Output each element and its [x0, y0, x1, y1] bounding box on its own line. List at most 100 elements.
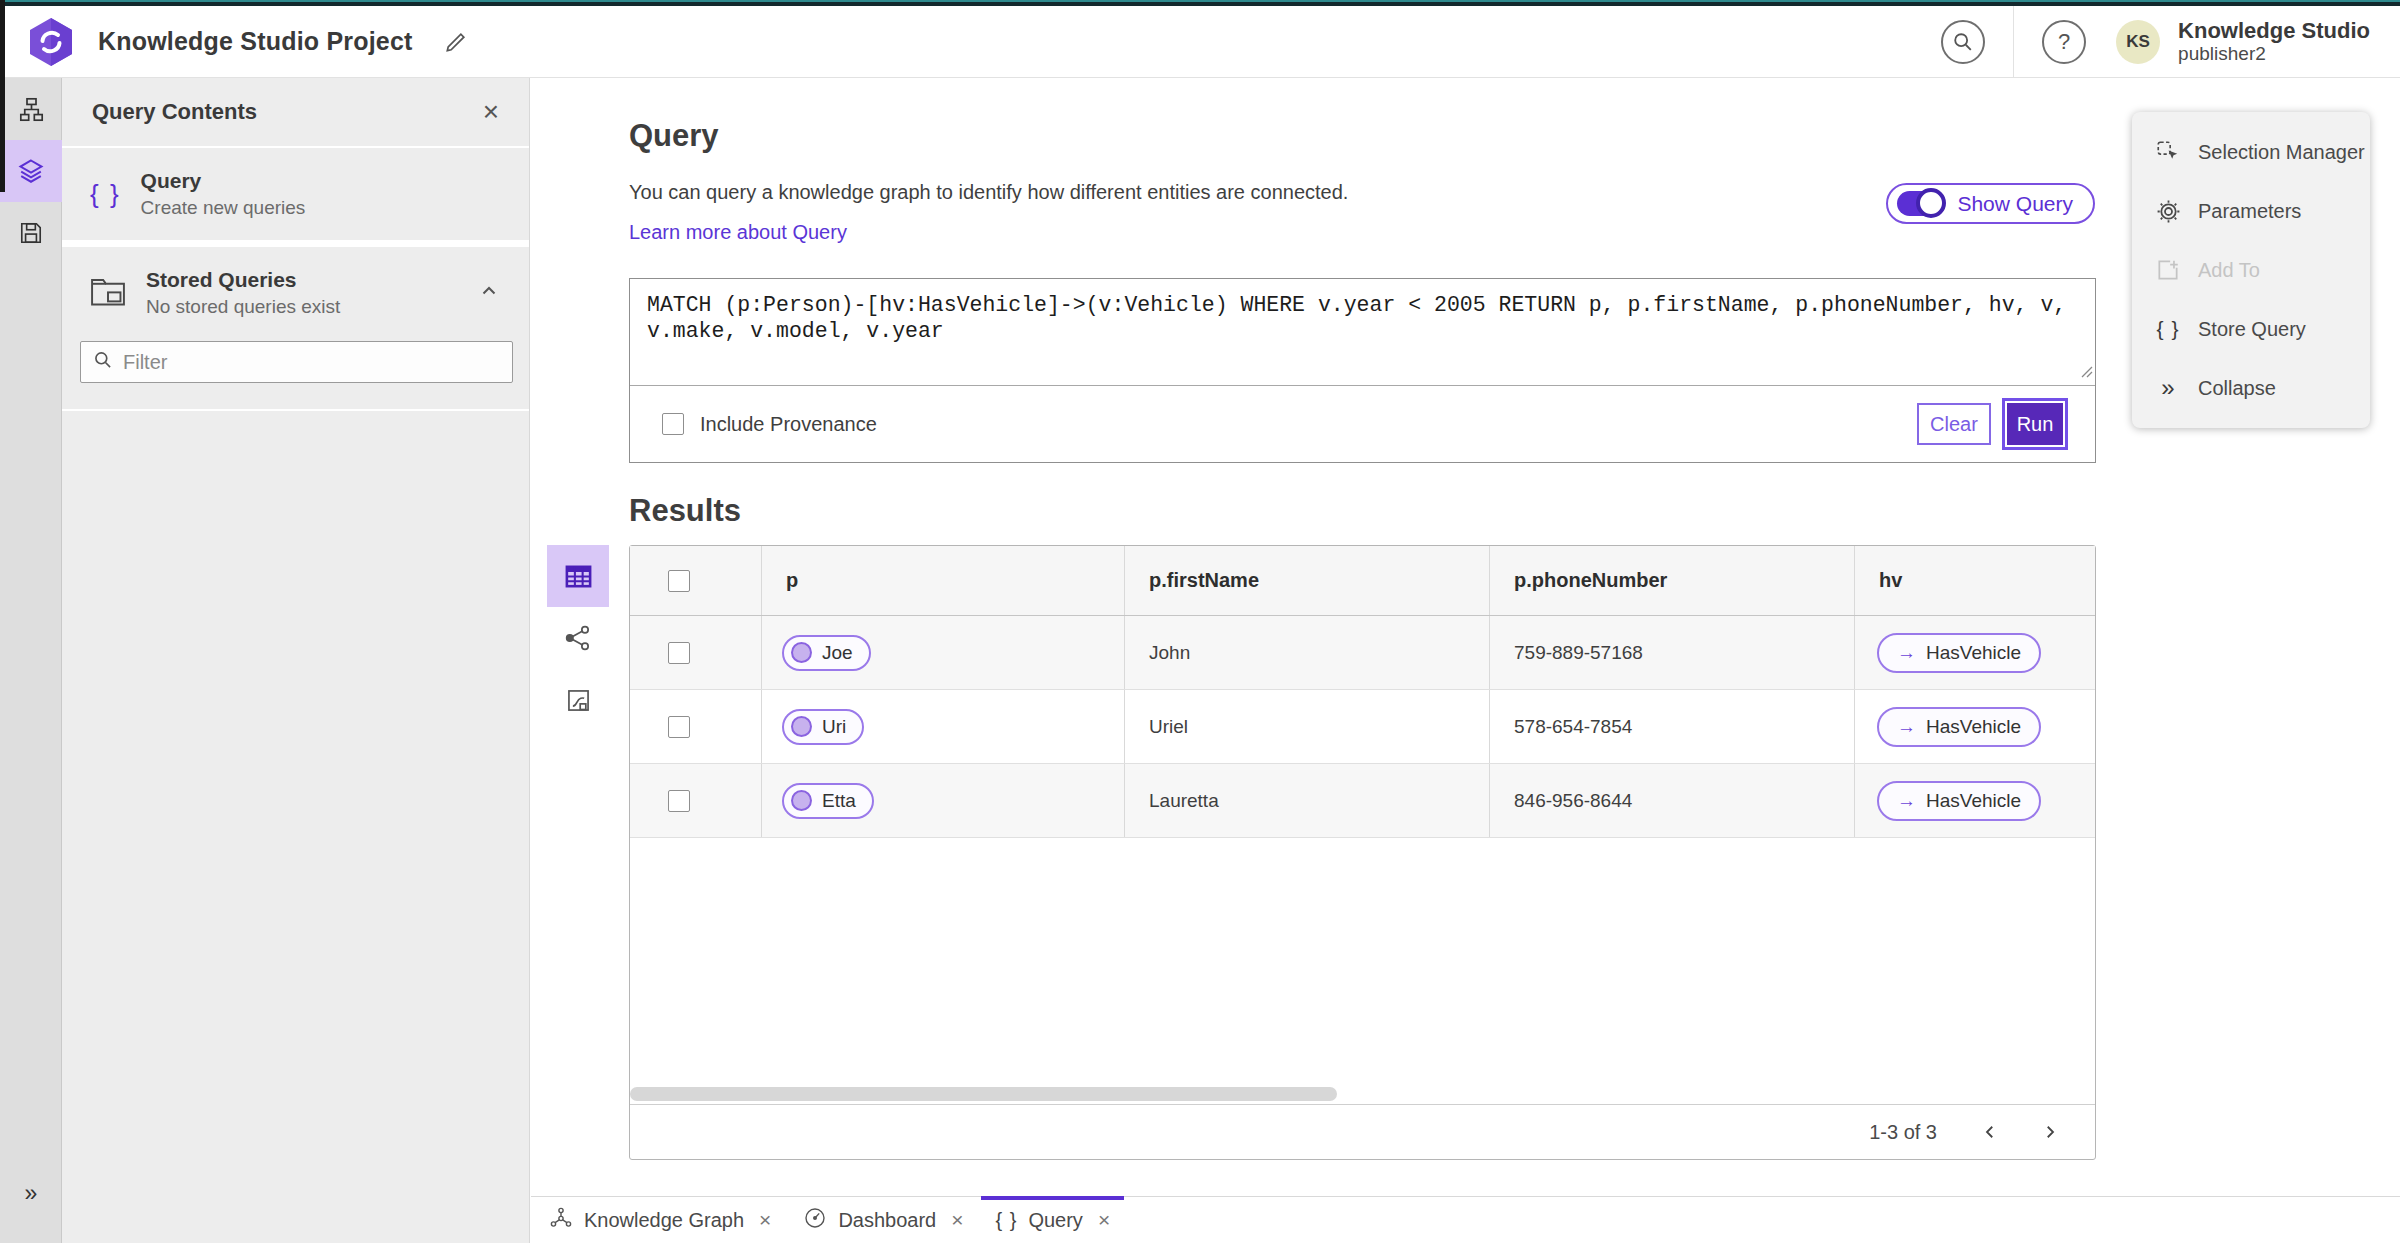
panel-separator [62, 409, 529, 411]
include-provenance-checkbox[interactable] [662, 413, 684, 435]
previous-page-button[interactable] [1975, 1117, 2005, 1147]
chart-view-button[interactable] [547, 669, 609, 731]
results-title: Results [629, 493, 741, 529]
main-content: Query You can query a knowledge graph to… [531, 78, 2400, 1196]
column-header-hv[interactable]: hv [1855, 546, 2095, 615]
tab-close-icon[interactable]: × [1098, 1208, 1110, 1232]
query-editor-box: MATCH (p:Person)-[hv:HasVehicle]->(v:Veh… [629, 278, 2096, 463]
chevron-up-icon[interactable] [477, 279, 501, 307]
user-app-name: Knowledge Studio [2178, 18, 2370, 43]
panel-item-stored-queries[interactable]: Stored Queries No stored queries exist [62, 247, 529, 339]
table-header-row: p p.firstName p.phoneNumber hv [630, 546, 2095, 616]
column-header-phonenumber[interactable]: p.phoneNumber [1490, 546, 1855, 615]
gear-icon [2154, 198, 2182, 225]
rail-expand-button[interactable]: » [0, 1180, 62, 1207]
tab-dashboard[interactable]: Dashboard × [787, 1197, 979, 1243]
resize-handle[interactable] [2081, 364, 2093, 382]
table-row[interactable]: Joe John 759-889-57168 →HasVehicle [630, 616, 2095, 690]
filter-input-box [80, 341, 513, 383]
node-icon [791, 642, 812, 663]
avatar-initials: KS [2126, 32, 2150, 52]
node-icon [791, 790, 812, 811]
graph-view-button[interactable] [547, 607, 609, 669]
project-title: Knowledge Studio Project [98, 27, 413, 56]
window-edge [0, 0, 5, 192]
node-pill[interactable]: Etta [782, 783, 874, 819]
filter-input[interactable] [123, 351, 500, 374]
stored-queries-subtitle: No stored queries exist [146, 296, 340, 318]
pagination-bar: 1-3 of 3 [630, 1104, 2095, 1159]
node-pill[interactable]: Uri [782, 709, 864, 745]
table-empty-area [630, 838, 2095, 1104]
next-page-button[interactable] [2035, 1117, 2065, 1147]
row-checkbox[interactable] [668, 790, 690, 812]
column-header-firstname[interactable]: p.firstName [1125, 546, 1490, 615]
topbar: Knowledge Studio Project ? KS Knowledge … [0, 6, 2400, 78]
query-item-subtitle: Create new queries [141, 197, 306, 219]
cell-firstname: Lauretta [1125, 764, 1490, 837]
table-view-button[interactable] [547, 545, 609, 607]
tab-query[interactable]: { } Query × [979, 1197, 1126, 1243]
cell-firstname: John [1125, 616, 1490, 689]
menu-item-parameters[interactable]: Parameters [2132, 186, 2370, 236]
topbar-divider [2013, 6, 2014, 77]
rail-item-layers[interactable] [0, 140, 62, 202]
cell-firstname: Uriel [1125, 690, 1490, 763]
horizontal-scrollbar[interactable] [630, 1087, 1337, 1101]
tab-label: Dashboard [838, 1209, 936, 1232]
tab-close-icon[interactable]: × [951, 1208, 963, 1232]
rail-item-hierarchy[interactable] [0, 78, 62, 140]
braces-icon: { } [90, 179, 121, 210]
menu-item-label: Store Query [2198, 318, 2306, 341]
relationship-pill[interactable]: →HasVehicle [1877, 781, 2041, 821]
toggle-switch[interactable] [1897, 191, 1945, 216]
table-row[interactable]: Uri Uriel 578-654-7854 →HasVehicle [630, 690, 2095, 764]
panel-close-icon[interactable]: × [483, 96, 499, 128]
query-description: You can query a knowledge graph to ident… [629, 181, 1348, 204]
avatar[interactable]: KS [2116, 20, 2160, 64]
search-button[interactable] [1941, 20, 1985, 64]
tab-knowledge-graph[interactable]: Knowledge Graph × [533, 1197, 787, 1243]
menu-item-store-query[interactable]: { } Store Query [2132, 304, 2370, 354]
help-button[interactable]: ? [2042, 20, 2086, 64]
show-query-toggle[interactable]: Show Query [1886, 183, 2095, 224]
row-checkbox[interactable] [668, 716, 690, 738]
query-textarea[interactable]: MATCH (p:Person)-[hv:HasVehicle]->(v:Veh… [630, 279, 2095, 386]
relationship-pill[interactable]: →HasVehicle [1877, 633, 2041, 673]
dashboard-icon [803, 1206, 827, 1235]
query-contents-panel: Query Contents × { } Query Create new qu… [62, 78, 530, 1243]
run-button[interactable]: Run [2007, 403, 2063, 445]
cell-phonenumber: 759-889-57168 [1490, 616, 1855, 689]
row-checkbox[interactable] [668, 642, 690, 664]
table-row[interactable]: Etta Lauretta 846-956-8644 →HasVehicle [630, 764, 2095, 838]
folder-icon [90, 275, 126, 311]
app-logo-icon[interactable] [28, 17, 74, 67]
tab-label: Knowledge Graph [584, 1209, 744, 1232]
bottom-tabbar: Knowledge Graph × Dashboard × { } Query … [531, 1196, 2400, 1243]
braces-icon: { } [2154, 317, 2182, 341]
panel-item-query[interactable]: { } Query Create new queries [62, 148, 529, 247]
filter-search-icon [93, 350, 113, 374]
column-header-p[interactable]: p [762, 546, 1125, 615]
node-pill[interactable]: Joe [782, 635, 871, 671]
cell-phonenumber: 578-654-7854 [1490, 690, 1855, 763]
pagination-range: 1-3 of 3 [1869, 1121, 1937, 1144]
arrow-right-icon: → [1897, 716, 1916, 738]
select-all-checkbox[interactable] [668, 570, 690, 592]
arrow-right-icon: → [1897, 790, 1916, 812]
cell-phonenumber: 846-956-8644 [1490, 764, 1855, 837]
clear-button[interactable]: Clear [1917, 403, 1991, 445]
learn-more-link[interactable]: Learn more about Query [629, 221, 847, 244]
tab-close-icon[interactable]: × [759, 1208, 771, 1232]
toggle-knob [1916, 188, 1946, 218]
rail-item-save[interactable] [0, 202, 62, 264]
collapse-icon: » [2154, 374, 2182, 402]
relationship-pill[interactable]: →HasVehicle [1877, 707, 2041, 747]
topbar-right: ? KS Knowledge Studio publisher2 [1941, 6, 2400, 77]
menu-item-collapse[interactable]: » Collapse [2132, 363, 2370, 413]
menu-item-label: Collapse [2198, 377, 2276, 400]
results-view-toolbar [547, 545, 609, 731]
edit-title-icon[interactable] [443, 29, 469, 55]
menu-item-selection-manager[interactable]: Selection Manager [2132, 127, 2370, 177]
menu-item-label: Selection Manager [2198, 141, 2365, 164]
